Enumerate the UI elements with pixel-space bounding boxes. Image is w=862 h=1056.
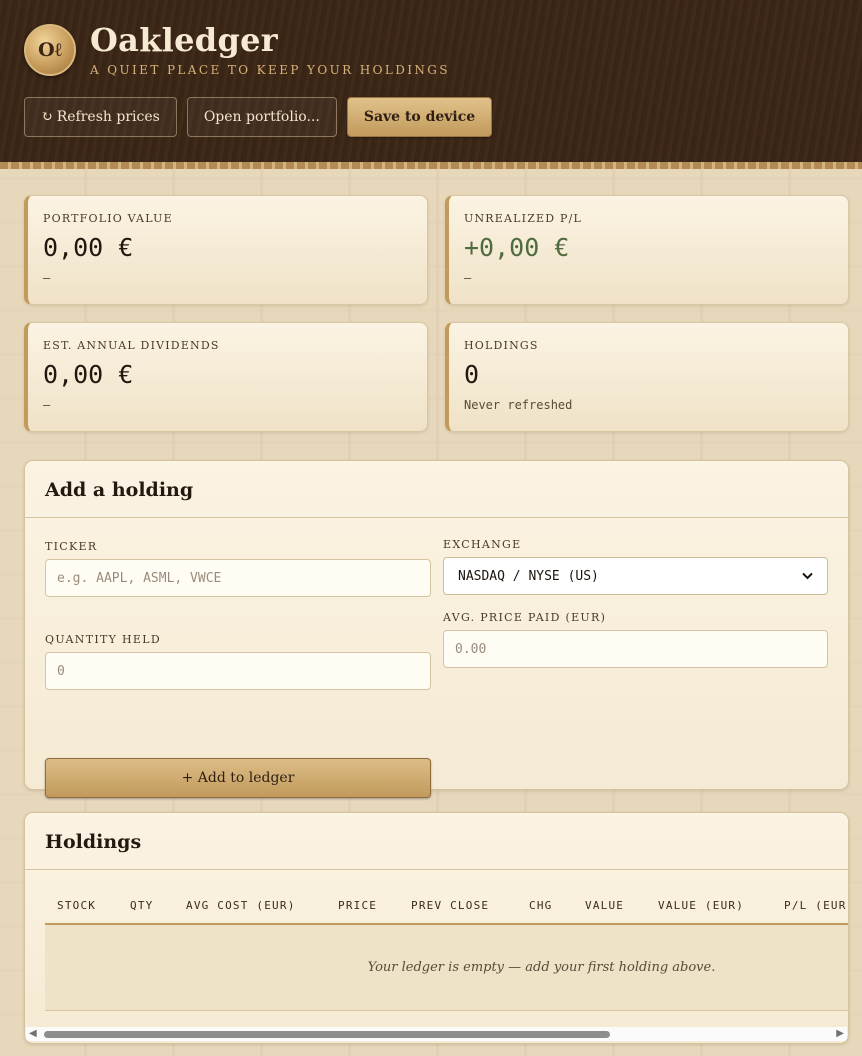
empty-state-row: Your ledger is empty — add your first ho…: [45, 925, 848, 1011]
panel-title: Add a holding: [45, 479, 194, 501]
panel-title: Holdings: [45, 831, 142, 853]
avg-price-label: AVG. PRICE PAID (EUR): [443, 611, 607, 624]
column-header-pl-eur[interactable]: P/L (EUR): [784, 899, 848, 912]
holdings-table: STOCK QTY AVG COST (EUR) PRICE PREV CLOS…: [45, 887, 848, 1011]
portfolio-value-card: PORTFOLIO VALUE 0,00 € —: [24, 195, 428, 305]
chevron-down-icon: [802, 570, 813, 583]
add-to-ledger-button[interactable]: + Add to ledger: [45, 758, 431, 798]
avg-price-input[interactable]: 0.00: [443, 630, 828, 668]
column-header-chg[interactable]: CHG: [529, 899, 552, 912]
horizontal-scrollbar[interactable]: ◀ ▶: [26, 1027, 847, 1041]
unrealized-pl-card: UNREALIZED P/L +0,00 € —: [445, 195, 849, 305]
brand-text: Oakledger A QUIET PLACE TO KEEP YOUR HOL…: [90, 23, 450, 77]
stat-value: 0,00 €: [43, 233, 134, 262]
stat-value: 0: [464, 360, 480, 389]
panel-header: Holdings: [25, 813, 848, 870]
column-header-price[interactable]: PRICE: [338, 899, 377, 912]
panel-header: Add a holding: [25, 461, 848, 518]
exchange-label: EXCHANGE: [443, 538, 522, 551]
header-divider: [0, 162, 862, 169]
column-header-value[interactable]: VALUE: [585, 899, 624, 912]
scroll-right-icon[interactable]: ▶: [836, 1028, 844, 1039]
column-header-avg-cost[interactable]: AVG COST (EUR): [186, 899, 296, 912]
column-header-stock[interactable]: STOCK: [57, 899, 96, 912]
annual-dividends-card: EST. ANNUAL DIVIDENDS 0,00 € —: [24, 322, 428, 432]
stats-grid: PORTFOLIO VALUE 0,00 € — UNREALIZED P/L …: [24, 195, 849, 432]
column-header-prev-close[interactable]: PREV CLOSE: [411, 899, 489, 912]
app-tagline: A QUIET PLACE TO KEEP YOUR HOLDINGS: [90, 63, 450, 77]
refresh-prices-label: Refresh prices: [56, 109, 160, 125]
open-portfolio-button[interactable]: Open portfolio...: [186, 97, 337, 137]
brand: Oℓ Oakledger A QUIET PLACE TO KEEP YOUR …: [24, 22, 838, 78]
holdings-count-card: HOLDINGS 0 Never refreshed: [445, 322, 849, 432]
scrollbar-thumb[interactable]: [44, 1031, 610, 1038]
scroll-left-icon[interactable]: ◀: [29, 1028, 37, 1039]
stat-sub: —: [43, 271, 51, 285]
app-title: Oakledger: [90, 21, 278, 59]
refresh-prices-button[interactable]: ↻ Refresh prices: [24, 97, 177, 137]
stat-value: 0,00 €: [43, 360, 134, 389]
exchange-select[interactable]: NASDAQ / NYSE (US): [443, 557, 828, 595]
table-header: STOCK QTY AVG COST (EUR) PRICE PREV CLOS…: [45, 887, 848, 925]
holdings-panel: Holdings STOCK QTY AVG COST (EUR) PRICE …: [24, 812, 849, 1044]
empty-state-message: Your ledger is empty — add your first ho…: [367, 960, 716, 975]
exchange-selected-value: NASDAQ / NYSE (US): [458, 568, 599, 584]
quantity-input[interactable]: 0: [45, 652, 431, 690]
refresh-icon: ↻: [41, 109, 53, 125]
column-header-value-eur[interactable]: VALUE (EUR): [658, 899, 744, 912]
stat-label: UNREALIZED P/L: [464, 212, 583, 225]
ticker-label: TICKER: [45, 540, 98, 553]
logo: Oℓ: [24, 24, 76, 76]
stat-sub: —: [43, 398, 51, 412]
stat-label: EST. ANNUAL DIVIDENDS: [43, 339, 220, 352]
stat-label: HOLDINGS: [464, 339, 539, 352]
ticker-input[interactable]: e.g. AAPL, ASML, VWCE: [45, 559, 431, 597]
stat-label: PORTFOLIO VALUE: [43, 212, 173, 225]
quantity-label: QUANTITY HELD: [45, 633, 161, 646]
stat-sub: —: [464, 271, 472, 285]
stat-value: +0,00 €: [464, 233, 570, 262]
stat-sub: Never refreshed: [464, 398, 573, 412]
toolbar: ↻ Refresh prices Open portfolio... Save …: [24, 97, 838, 137]
save-to-device-button[interactable]: Save to device: [346, 97, 493, 137]
column-header-qty[interactable]: QTY: [130, 899, 153, 912]
app-header: Oℓ Oakledger A QUIET PLACE TO KEEP YOUR …: [0, 0, 862, 162]
add-holding-panel: Add a holding TICKER e.g. AAPL, ASML, VW…: [24, 460, 849, 798]
